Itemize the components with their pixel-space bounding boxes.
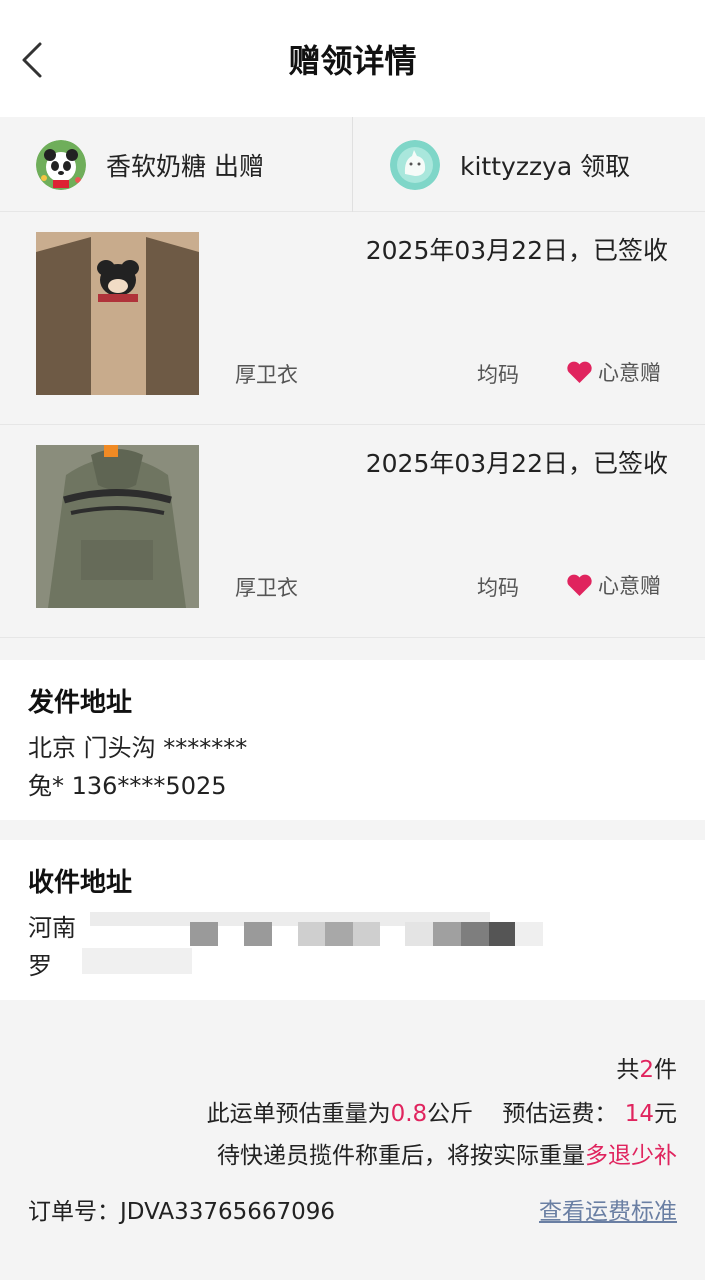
giver-label: 香软奶糖 出赠 — [106, 151, 264, 181]
giver-avatar — [36, 139, 86, 190]
item-tag-label: 心意赠 — [598, 574, 661, 598]
sender-contact: 兔* 136****5025 — [28, 772, 227, 800]
sender-address: 北京 门头沟 ******* — [28, 734, 248, 762]
sender-address-title: 发件地址 — [28, 688, 133, 718]
top-bar: 赠领详情 — [0, 0, 705, 117]
sender-address-section: 发件地址 北京 门头沟 ******* 兔* 136****5025 — [0, 660, 705, 820]
item-name: 厚卫衣 — [235, 363, 298, 387]
item-tag: 心意赠 — [566, 357, 661, 387]
receiver-label: kittyzzya 领取 — [460, 151, 631, 181]
receiver-avatar — [390, 139, 440, 190]
item-size: 均码 — [477, 363, 519, 387]
weight-fee-line: 此运单预估重量为0.8公斤 预估运费： 14元 — [206, 1101, 677, 1127]
recipient-name: 罗 — [28, 952, 52, 980]
item-size: 均码 — [477, 576, 519, 600]
recipient-address-section: 收件地址 河南 罗 — [0, 840, 705, 1000]
item-date: 2025年03月22日，已签收 — [365, 449, 668, 478]
order-number: 订单号：JDVA33765667096 — [28, 1199, 336, 1225]
settlement-note: 待快递员揽件称重后，将按实际重量多退少补 — [217, 1143, 677, 1169]
item-count: 共2件 — [616, 1057, 677, 1083]
parties-bar: 香软奶糖 出赠 kittyzzya 领取 — [0, 117, 705, 212]
item-photo — [36, 445, 199, 608]
page-title: 赠领详情 — [288, 42, 417, 80]
party-divider — [352, 117, 353, 212]
recipient-address-title: 收件地址 — [28, 868, 133, 898]
heart-icon — [567, 574, 592, 596]
heart-icon — [567, 361, 592, 383]
giver-info[interactable]: 香软奶糖 出赠 — [36, 117, 264, 212]
item-tag-label: 心意赠 — [598, 361, 661, 385]
item-photo — [36, 232, 199, 395]
recipient-address: 河南 — [28, 914, 76, 942]
receiver-info[interactable]: kittyzzya 领取 — [390, 117, 630, 212]
item-tag: 心意赠 — [566, 570, 661, 600]
item-name: 厚卫衣 — [235, 576, 298, 600]
view-shipping-fee-standard-link[interactable]: 查看运费标准 — [539, 1192, 677, 1226]
gift-item[interactable]: 2025年03月22日，已签收 厚卫衣 均码 心意赠 — [0, 213, 705, 425]
item-date: 2025年03月22日，已签收 — [365, 236, 668, 265]
gift-item[interactable]: 2025年03月22日，已签收 厚卫衣 均码 心意赠 — [0, 426, 705, 638]
